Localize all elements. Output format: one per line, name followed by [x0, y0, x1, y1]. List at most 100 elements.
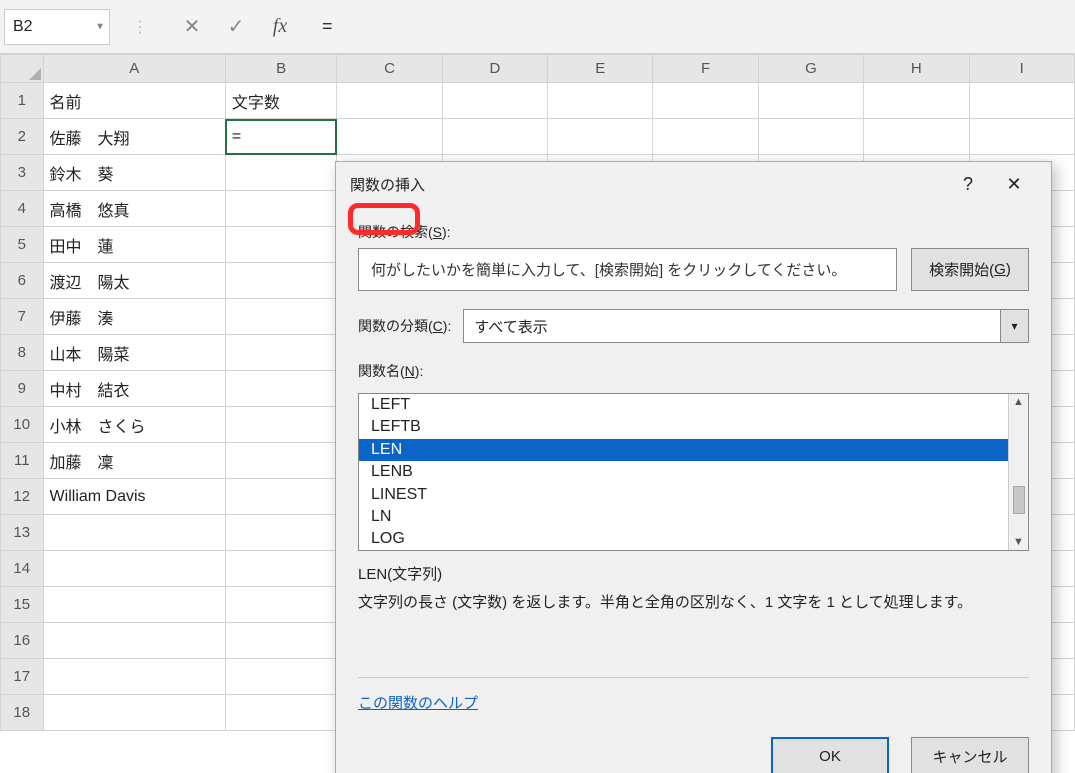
cell-A1[interactable]: 名前 [43, 83, 225, 119]
cell[interactable] [442, 119, 547, 155]
cell[interactable] [653, 119, 758, 155]
cell[interactable]: 小林 さくら [43, 407, 225, 443]
function-list-item[interactable]: LINEST [359, 484, 1028, 506]
cell[interactable] [225, 479, 336, 515]
cell[interactable]: 中村 結衣 [43, 371, 225, 407]
row-header[interactable]: 9 [1, 371, 44, 407]
cell-B1[interactable]: 文字数 [225, 83, 336, 119]
col-header-G[interactable]: G [758, 55, 863, 83]
chevron-down-icon[interactable]: ▼ [95, 21, 105, 32]
cell[interactable] [225, 155, 336, 191]
col-header-D[interactable]: D [442, 55, 547, 83]
function-help-link[interactable]: この関数のヘルプ [358, 695, 478, 712]
row-header[interactable]: 16 [1, 623, 44, 659]
category-select[interactable]: すべて表示 ▾ [463, 309, 1029, 343]
cell[interactable] [225, 659, 336, 695]
col-header-B[interactable]: B [225, 55, 336, 83]
row-header[interactable]: 14 [1, 551, 44, 587]
row-header[interactable]: 11 [1, 443, 44, 479]
enter-formula-icon[interactable]: ✓ [214, 14, 258, 39]
row-header[interactable]: 18 [1, 695, 44, 731]
close-icon[interactable]: ✕ [991, 174, 1037, 195]
row-header[interactable]: 4 [1, 191, 44, 227]
cell[interactable] [225, 551, 336, 587]
formula-input[interactable]: = [302, 16, 1075, 37]
cell[interactable] [43, 659, 225, 695]
cell[interactable] [225, 515, 336, 551]
function-list-item[interactable]: LN [359, 506, 1028, 528]
cell[interactable] [43, 515, 225, 551]
row-header[interactable]: 17 [1, 659, 44, 695]
cell-A2[interactable]: 佐藤 大翔 [43, 119, 225, 155]
cell[interactable] [337, 83, 442, 119]
search-input[interactable]: 何がしたいかを簡単に入力して、[検索開始] をクリックしてください。 [358, 248, 897, 291]
function-list[interactable]: LEFTLEFTBLENLENBLINESTLNLOG ▲ ▼ [358, 393, 1029, 551]
cell[interactable] [225, 263, 336, 299]
function-list-item[interactable]: LEFT [359, 394, 1028, 416]
cell[interactable]: 渡辺 陽太 [43, 263, 225, 299]
cancel-formula-icon[interactable]: ✕ [170, 14, 214, 39]
cell[interactable] [653, 83, 758, 119]
col-header-I[interactable]: I [969, 55, 1074, 83]
row-header[interactable]: 6 [1, 263, 44, 299]
cell[interactable]: 山本 陽菜 [43, 335, 225, 371]
cancel-button[interactable]: キャンセル [911, 737, 1029, 773]
row-header[interactable]: 7 [1, 299, 44, 335]
scroll-down-icon[interactable]: ▼ [1013, 536, 1024, 548]
cell-B2[interactable]: = [225, 119, 336, 155]
cell[interactable] [225, 371, 336, 407]
cell[interactable]: 鈴木 葵 [43, 155, 225, 191]
row-header[interactable]: 8 [1, 335, 44, 371]
cell[interactable] [225, 407, 336, 443]
ok-button[interactable]: OK [771, 737, 889, 773]
cell[interactable] [758, 83, 863, 119]
cell[interactable] [548, 119, 653, 155]
function-list-item[interactable]: LENB [359, 461, 1028, 483]
scrollbar[interactable]: ▲ ▼ [1008, 394, 1028, 550]
cell[interactable]: William Davis [43, 479, 225, 515]
cell[interactable] [225, 623, 336, 659]
cell[interactable] [337, 119, 442, 155]
cell[interactable] [225, 695, 336, 731]
cell[interactable] [43, 551, 225, 587]
cell[interactable]: 加藤 凜 [43, 443, 225, 479]
cell[interactable] [225, 335, 336, 371]
col-header-E[interactable]: E [548, 55, 653, 83]
row-header[interactable]: 12 [1, 479, 44, 515]
cell[interactable] [43, 623, 225, 659]
cell[interactable] [225, 191, 336, 227]
function-list-item[interactable]: LEN [359, 439, 1028, 461]
col-header-H[interactable]: H [864, 55, 969, 83]
insert-function-icon[interactable]: fx [258, 15, 302, 38]
row-header[interactable]: 1 [1, 83, 44, 119]
cell[interactable] [225, 587, 336, 623]
row-header[interactable]: 10 [1, 407, 44, 443]
row-header[interactable]: 13 [1, 515, 44, 551]
col-header-A[interactable]: A [43, 55, 225, 83]
cell[interactable] [548, 83, 653, 119]
function-list-item[interactable]: LEFTB [359, 416, 1028, 438]
cell[interactable] [442, 83, 547, 119]
select-all-corner[interactable] [1, 55, 44, 83]
search-start-button[interactable]: 検索開始(G) [911, 248, 1029, 291]
row-header[interactable]: 5 [1, 227, 44, 263]
col-header-F[interactable]: F [653, 55, 758, 83]
chevron-down-icon[interactable]: ▾ [1000, 310, 1028, 342]
cell[interactable] [225, 227, 336, 263]
row-header[interactable]: 15 [1, 587, 44, 623]
cell[interactable] [758, 119, 863, 155]
cell[interactable]: 田中 蓮 [43, 227, 225, 263]
name-box[interactable]: B2 ▼ [4, 9, 110, 45]
cell[interactable] [43, 587, 225, 623]
more-icon[interactable]: ⋮ [110, 17, 170, 37]
cell[interactable] [225, 443, 336, 479]
cell[interactable] [225, 299, 336, 335]
cell[interactable] [864, 119, 969, 155]
cell[interactable]: 伊藤 湊 [43, 299, 225, 335]
row-header[interactable]: 2 [1, 119, 44, 155]
scroll-up-icon[interactable]: ▲ [1013, 396, 1024, 408]
function-list-item[interactable]: LOG [359, 528, 1028, 550]
cell[interactable] [969, 83, 1074, 119]
help-icon[interactable]: ? [945, 174, 991, 195]
col-header-C[interactable]: C [337, 55, 442, 83]
